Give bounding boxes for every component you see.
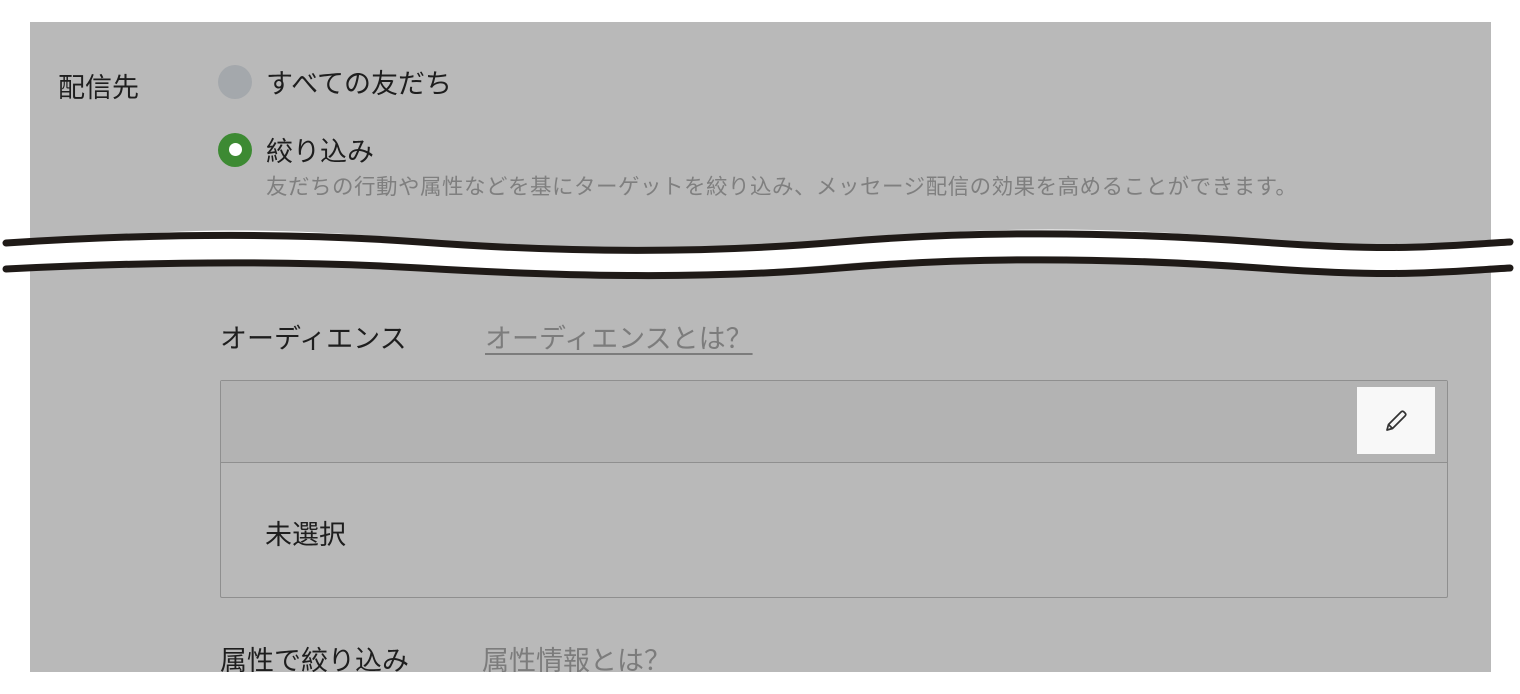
attribute-help-link[interactable]: 属性情報とは？ <box>482 639 671 672</box>
radio-selected-icon[interactable] <box>218 132 252 167</box>
delivery-target-label: 配信先 <box>58 73 139 104</box>
edit-audience-button[interactable] <box>1357 387 1435 454</box>
audience-box-header <box>221 381 1447 463</box>
filter-description: 友だちの行動や属性などを基にターゲットを絞り込み、メッセージ配信の効果を高めるこ… <box>266 175 1298 200</box>
audience-title: オーディエンス <box>220 324 407 355</box>
radio-option-filter[interactable]: 絞り込み <box>218 130 374 169</box>
audience-help-link[interactable]: オーディエンスとは？ <box>485 317 753 356</box>
radio-unselected-icon[interactable] <box>218 64 252 99</box>
delivery-settings-panel: 配信先 すべての友だち 絞り込み 友だちの行動や属性などを基にターゲットを絞り込… <box>30 22 1491 672</box>
audience-box: 未選択 <box>220 380 1448 598</box>
attribute-filter-title: 属性で絞り込み <box>220 646 409 672</box>
audience-value: 未選択 <box>265 520 346 551</box>
radio-label-all-friends: すべての友だち <box>266 69 453 100</box>
omission-wave-divider <box>0 229 1520 280</box>
pencil-icon <box>1386 409 1407 431</box>
radio-label-filter: 絞り込み <box>266 137 374 168</box>
radio-option-all-friends[interactable]: すべての友だち <box>218 62 452 101</box>
